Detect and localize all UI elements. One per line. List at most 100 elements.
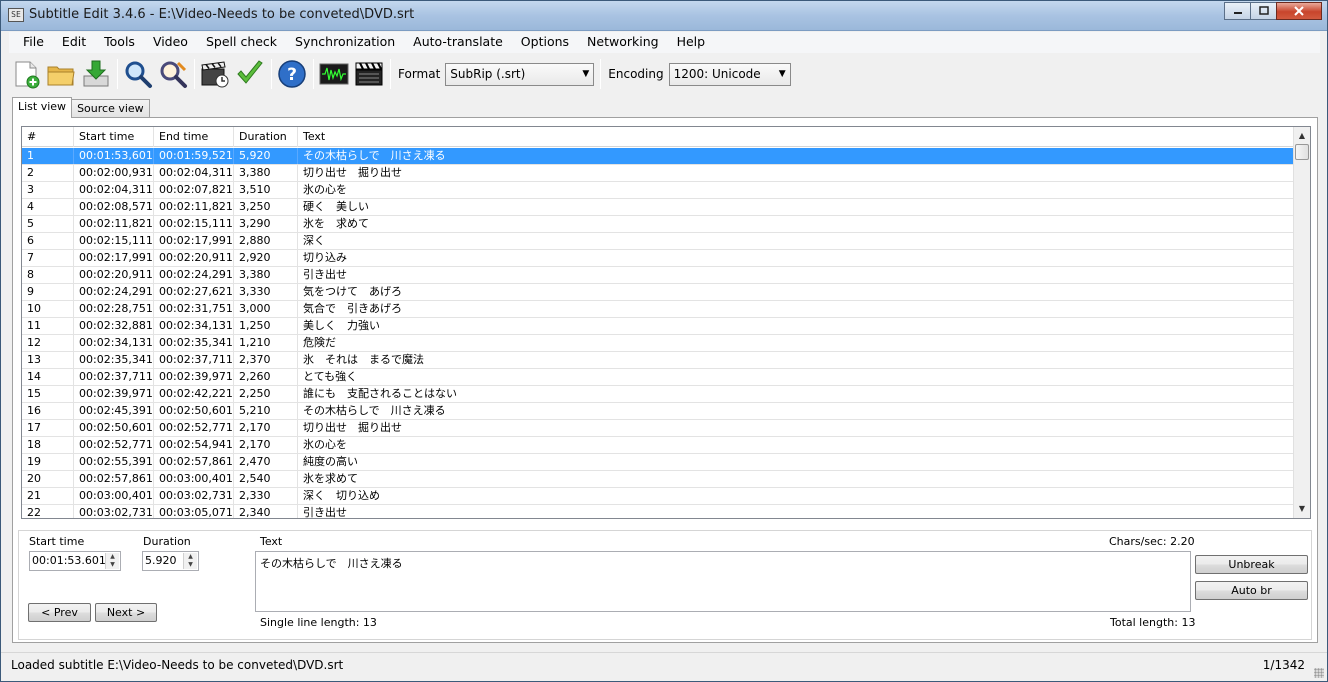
resize-grip[interactable] (1314, 668, 1324, 678)
tab-source-view[interactable]: Source view (71, 99, 150, 118)
menu-networking[interactable]: Networking (578, 32, 668, 53)
table-row[interactable]: 19 00:02:55,391 00:02:57,861 2,470 純度の高い (22, 454, 1294, 471)
subtitle-text-input[interactable]: その木枯らしで 川さえ凍る (255, 551, 1191, 612)
start-time-label: Start time (29, 535, 85, 548)
menu-file[interactable]: File (9, 32, 53, 53)
table-row[interactable]: 18 00:02:52,771 00:02:54,941 2,170 氷の心を (22, 437, 1294, 454)
cell-end-time: 00:02:34,131 (154, 318, 234, 334)
cell-duration: 2,170 (234, 420, 298, 436)
table-row[interactable]: 6 00:02:15,111 00:02:17,991 2,880 深く (22, 233, 1294, 250)
column-header-duration[interactable]: Duration (234, 127, 298, 147)
menu-auto-translate[interactable]: Auto-translate (404, 32, 512, 53)
duration-input[interactable]: 5.920 ▲ ▼ (142, 551, 199, 571)
menu-synchronization[interactable]: Synchronization (286, 32, 404, 53)
subtitle-list-scrollbar[interactable]: ▲ ▼ (1293, 127, 1310, 518)
cell-start-time: 00:02:24,291 (74, 284, 154, 300)
menu-bar: File Edit Tools Video Spell check Synchr… (9, 32, 1320, 53)
spin-up-icon[interactable]: ▲ (184, 553, 197, 561)
table-row[interactable]: 9 00:02:24,291 00:02:27,621 3,330 気をつけて あげろ (22, 284, 1294, 301)
maximize-button[interactable] (1250, 2, 1277, 20)
spell-check-button[interactable] (233, 57, 267, 91)
table-row[interactable]: 20 00:02:57,861 00:03:00,401 2,540 氷を求めて (22, 471, 1294, 488)
table-row[interactable]: 4 00:02:08,571 00:02:11,821 3,250 硬く 美しい (22, 199, 1294, 216)
save-button[interactable] (79, 57, 113, 91)
encoding-select[interactable]: 1200: Unicode ▼ (668, 62, 791, 86)
close-icon (1294, 6, 1304, 16)
column-header-text[interactable]: Text (298, 127, 1294, 147)
cell-start-time: 00:02:35,341 (74, 352, 154, 368)
video-clapper-icon (355, 62, 383, 86)
cell-duration: 2,330 (234, 488, 298, 504)
title-bar[interactable]: SE Subtitle Edit 3.4.6 - E:\Video-Needs … (1, 1, 1327, 31)
table-row[interactable]: 10 00:02:28,751 00:02:31,751 3,000 気合で 引きあげろ (22, 301, 1294, 318)
table-row[interactable]: 15 00:02:39,971 00:02:42,221 2,250 誰にも 支配される… (22, 386, 1294, 403)
scrollbar-thumb[interactable] (1295, 144, 1309, 160)
cell-number: 16 (22, 403, 74, 419)
spin-down-icon[interactable]: ▼ (106, 561, 119, 569)
table-row[interactable]: 11 00:02:32,881 00:02:34,131 1,250 美しく 力強い (22, 318, 1294, 335)
table-row[interactable]: 8 00:02:20,911 00:02:24,291 3,380 引き出せ (22, 267, 1294, 284)
close-button[interactable] (1276, 2, 1322, 20)
help-button[interactable]: ? (275, 57, 309, 91)
next-button[interactable]: Next > (95, 603, 157, 622)
table-row[interactable]: 17 00:02:50,601 00:02:52,771 2,170 切り出せ 掘り出せ (22, 420, 1294, 437)
subtitle-editor: Start time 00:01:53.601 ▲ ▼ Duration 5.92… (18, 530, 1312, 640)
menu-spell-check[interactable]: Spell check (197, 32, 286, 53)
table-row[interactable]: 7 00:02:17,991 00:02:20,911 2,920 切り込み (22, 250, 1294, 267)
table-row[interactable]: 1 00:01:53,601 00:01:59,521 5,920 その木枯らしで 川さ… (22, 148, 1294, 165)
cell-start-time: 00:03:02,731 (74, 505, 154, 518)
subtitle-list[interactable]: # Start time End time Duration Text 1 00:… (21, 126, 1311, 519)
cell-duration: 2,370 (234, 352, 298, 368)
menu-video[interactable]: Video (144, 32, 197, 53)
cell-end-time: 00:02:31,751 (154, 301, 234, 317)
table-row[interactable]: 14 00:02:37,711 00:02:39,971 2,260 とても強く (22, 369, 1294, 386)
cell-number: 5 (22, 216, 74, 232)
tab-list-view[interactable]: List view (12, 97, 73, 118)
cell-start-time: 00:02:28,751 (74, 301, 154, 317)
cell-text: 美しく 力強い (303, 319, 380, 332)
table-row[interactable]: 2 00:02:00,931 00:02:04,311 3,380 切り出せ 掘り出せ (22, 165, 1294, 182)
menu-help[interactable]: Help (668, 32, 715, 53)
prev-button[interactable]: < Prev (28, 603, 91, 622)
table-row[interactable]: 22 00:03:02,731 00:03:05,071 2,340 引き出せ (22, 505, 1294, 518)
menu-edit[interactable]: Edit (53, 32, 95, 53)
find-button[interactable] (121, 57, 155, 91)
video-toggle-button[interactable] (352, 57, 386, 91)
cell-start-time: 00:02:55,391 (74, 454, 154, 470)
menu-tools[interactable]: Tools (95, 32, 144, 53)
table-row[interactable]: 12 00:02:34,131 00:02:35,341 1,210 危険だ (22, 335, 1294, 352)
visual-sync-button[interactable] (198, 57, 232, 91)
unbreak-button[interactable]: Unbreak (1195, 555, 1308, 574)
replace-button[interactable] (156, 57, 190, 91)
table-row[interactable]: 21 00:03:00,401 00:03:02,731 2,330 深く 切り込め (22, 488, 1294, 505)
total-length: Total length: 13 (1110, 616, 1196, 629)
encoding-select-value: 1200: Unicode (673, 67, 761, 81)
start-time-spinner[interactable]: ▲ ▼ (105, 553, 119, 569)
cell-duration: 5,920 (234, 148, 298, 164)
cell-text: 気をつけて あげろ (303, 285, 402, 298)
start-time-input[interactable]: 00:01:53.601 ▲ ▼ (29, 551, 121, 571)
spin-up-icon[interactable]: ▲ (106, 553, 119, 561)
cell-number: 10 (22, 301, 74, 317)
waveform-toggle-button[interactable] (317, 57, 351, 91)
table-row[interactable]: 16 00:02:45,391 00:02:50,601 5,210 その木枯らしで 川… (22, 403, 1294, 420)
scroll-down-icon[interactable]: ▼ (1294, 501, 1310, 517)
spin-down-icon[interactable]: ▼ (184, 561, 197, 569)
minimize-button[interactable] (1224, 2, 1251, 20)
cell-start-time: 00:02:57,861 (74, 471, 154, 487)
new-file-button[interactable] (9, 57, 43, 91)
duration-spinner[interactable]: ▲ ▼ (183, 553, 197, 569)
toolbar-separator (194, 59, 195, 89)
table-row[interactable]: 3 00:02:04,311 00:02:07,821 3,510 氷の心を (22, 182, 1294, 199)
format-select[interactable]: SubRip (.srt) ▼ (445, 62, 595, 86)
column-header-start-time[interactable]: Start time (74, 127, 154, 147)
auto-br-button[interactable]: Auto br (1195, 581, 1308, 600)
table-row[interactable]: 13 00:02:35,341 00:02:37,711 2,370 氷 それは まるで… (22, 352, 1294, 369)
format-select-value: SubRip (.srt) (450, 67, 526, 81)
column-header-number[interactable]: # (22, 127, 74, 147)
table-row[interactable]: 5 00:02:11,821 00:02:15,111 3,290 氷を 求めて (22, 216, 1294, 233)
menu-options[interactable]: Options (512, 32, 578, 53)
scroll-up-icon[interactable]: ▲ (1294, 128, 1310, 144)
column-header-end-time[interactable]: End time (154, 127, 234, 147)
open-button[interactable] (44, 57, 78, 91)
